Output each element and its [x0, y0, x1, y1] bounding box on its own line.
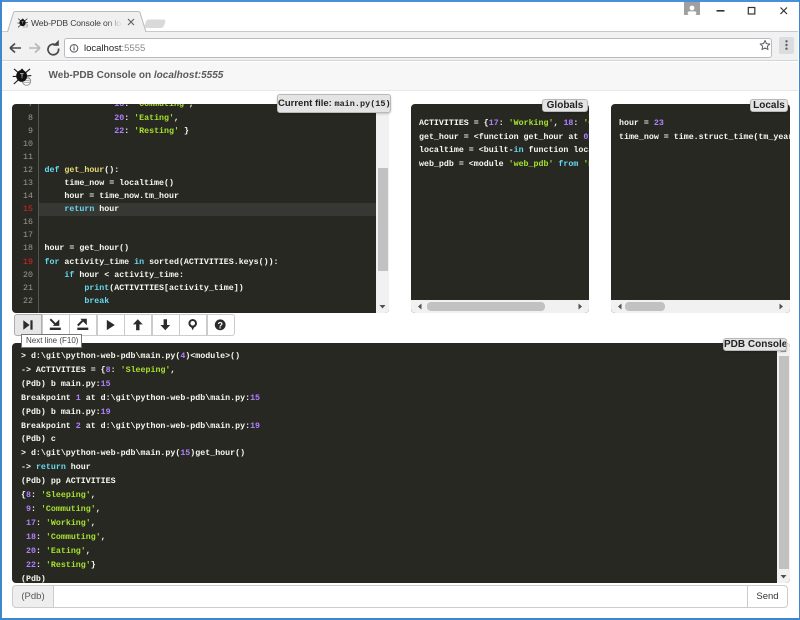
svg-text:?: ? — [218, 320, 224, 330]
